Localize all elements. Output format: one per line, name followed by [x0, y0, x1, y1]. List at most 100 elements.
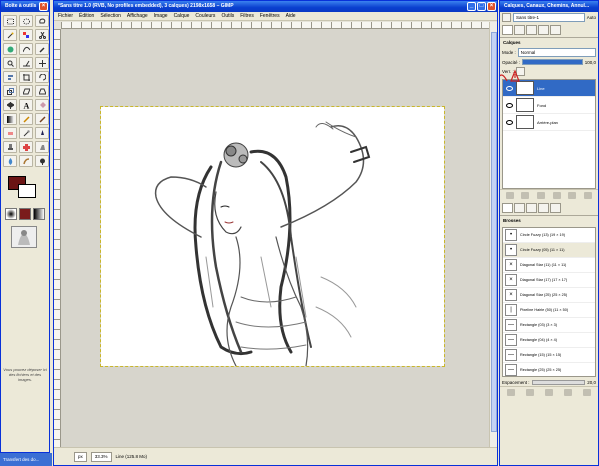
dock-titlebar[interactable]: Calques, Canaux, Chemins, Annul... [500, 1, 598, 12]
delete-layer-icon[interactable] [584, 192, 593, 199]
mode-select[interactable]: Normal [517, 48, 596, 57]
brush-item[interactable]: • Circle Fuzzy (13) (19 × 19) [503, 228, 595, 243]
gradient-preview[interactable] [33, 208, 45, 220]
vertical-ruler[interactable] [54, 29, 61, 447]
brush-preview[interactable] [5, 208, 17, 220]
layer-row[interactable]: Arrière-plan [503, 114, 595, 131]
menu-item[interactable]: Édition [79, 12, 94, 20]
tab-channels[interactable] [514, 25, 525, 35]
brush-item[interactable]: × Diagonal Star (17) (17 × 17) [503, 273, 595, 288]
foreground-select-tool-icon[interactable] [3, 43, 17, 55]
align-tool-icon[interactable] [3, 71, 17, 83]
dodge-burn-tool-icon[interactable] [35, 155, 49, 167]
tab-layers[interactable] [502, 25, 513, 35]
image-window-titlebar[interactable]: *Sans titre 1.0 (RVB, No profiles embedd… [54, 1, 497, 12]
fuzzy-select-tool-icon[interactable] [3, 29, 17, 41]
zoom-select[interactable]: 33.3% [90, 452, 112, 462]
menu-item[interactable]: Calque [174, 12, 190, 20]
tab-fonts[interactable] [550, 203, 561, 213]
heal-tool-icon[interactable] [19, 141, 33, 153]
airbrush-tool-icon[interactable] [19, 127, 33, 139]
pattern-preview[interactable] [19, 208, 31, 220]
new-layer-icon[interactable] [505, 192, 514, 199]
blend-tool-icon[interactable] [3, 113, 17, 125]
opacity-value[interactable]: 100,0 [585, 60, 596, 65]
color-picker-tool-icon[interactable] [35, 43, 49, 55]
menu-item[interactable]: Aide [286, 12, 296, 20]
spacing-value[interactable]: 20,0 [587, 380, 596, 385]
flip-tool-icon[interactable] [3, 99, 17, 111]
delete-brush-icon[interactable] [563, 389, 572, 396]
scrollbar-thumb[interactable] [491, 32, 497, 432]
menu-item[interactable]: Outils [221, 12, 234, 20]
tab-brushes[interactable] [502, 203, 513, 213]
brush-item[interactable]: × Diagonal Star (25) (25 × 25) [503, 288, 595, 303]
new-brush-icon[interactable] [526, 389, 535, 396]
perspective-tool-icon[interactable] [35, 85, 49, 97]
crop-tool-icon[interactable] [19, 71, 33, 83]
bucket-fill-tool-icon[interactable] [35, 99, 49, 111]
image-select[interactable]: Sans titre-1 [513, 13, 585, 22]
close-icon[interactable]: × [487, 2, 496, 11]
tab-patterns[interactable] [514, 203, 525, 213]
horizontal-ruler[interactable] [61, 22, 489, 29]
paintbrush-tool-icon[interactable] [35, 113, 49, 125]
ink-tool-icon[interactable] [35, 127, 49, 139]
eraser-tool-icon[interactable] [3, 127, 17, 139]
duplicate-layer-icon[interactable] [552, 192, 561, 199]
brush-item[interactable]: • Circle Fuzzy (05) (11 × 11) [503, 243, 595, 258]
background-color-swatch[interactable] [18, 184, 36, 198]
brush-item[interactable]: — Rectangle (04) (4 × 4) [503, 333, 595, 348]
rotate-tool-icon[interactable] [35, 71, 49, 83]
menu-item[interactable]: Affichage [127, 12, 148, 20]
brush-item[interactable]: — Rectangle (03) (3 × 3) [503, 318, 595, 333]
spacing-slider[interactable] [531, 380, 586, 385]
layer-row[interactable]: Fond [503, 97, 595, 114]
menu-item[interactable]: Couleurs [195, 12, 215, 20]
lower-layer-icon[interactable] [537, 192, 546, 199]
edit-brush-icon[interactable] [507, 389, 516, 396]
brush-item[interactable]: × Diagonal Star (11) (11 × 11) [503, 258, 595, 273]
menu-item[interactable]: Image [154, 12, 168, 20]
tab-paths[interactable] [526, 25, 537, 35]
menu-item[interactable]: Fenêtres [260, 12, 280, 20]
raise-layer-icon[interactable] [521, 192, 530, 199]
eye-icon[interactable] [506, 119, 513, 125]
brush-item[interactable]: — Rectangle (25) (25 × 25) [503, 363, 595, 376]
close-icon[interactable]: × [39, 2, 48, 11]
unit-select[interactable]: px [74, 452, 87, 462]
tab-undo[interactable] [538, 25, 549, 35]
blur-tool-icon[interactable] [3, 155, 17, 167]
tab-extra[interactable] [550, 25, 561, 35]
menu-item[interactable]: Fichier [58, 12, 73, 20]
active-image-thumbnail[interactable] [11, 226, 37, 248]
move-tool-icon[interactable] [35, 57, 49, 69]
clone-tool-icon[interactable] [3, 141, 17, 153]
toolbox-titlebar[interactable]: Boîte à outils × [1, 1, 49, 12]
canvas-area[interactable] [61, 29, 489, 447]
menu-item[interactable]: Sélection [100, 12, 121, 20]
scissors-tool-icon[interactable] [35, 29, 49, 41]
paths-tool-icon[interactable] [19, 43, 33, 55]
opacity-slider[interactable] [522, 59, 583, 65]
image-canvas[interactable] [100, 106, 445, 367]
color-select-tool-icon[interactable] [19, 29, 33, 41]
menu-item[interactable]: Filtres [240, 12, 254, 20]
measure-tool-icon[interactable] [19, 57, 33, 69]
maximize-icon[interactable]: □ [477, 2, 486, 11]
tab-palettes[interactable] [538, 203, 549, 213]
refresh-brush-icon[interactable] [582, 389, 591, 396]
vertical-scrollbar[interactable] [489, 22, 497, 447]
eye-icon[interactable] [506, 102, 513, 108]
zoom-tool-icon[interactable] [3, 57, 17, 69]
rect-select-tool-icon[interactable] [3, 15, 17, 27]
lasso-tool-icon[interactable] [35, 15, 49, 27]
ellipse-select-tool-icon[interactable] [19, 15, 33, 27]
taskbar-item[interactable]: Transfert des do... [0, 453, 52, 466]
smudge-tool-icon[interactable] [19, 155, 33, 167]
auto-button[interactable]: Auto [587, 15, 596, 20]
brush-item[interactable]: | Pixeline Hairle (50) (11 × 50) [503, 303, 595, 318]
text-tool-icon[interactable]: A [19, 99, 33, 111]
tab-gradients[interactable] [526, 203, 537, 213]
duplicate-brush-icon[interactable] [544, 389, 553, 396]
